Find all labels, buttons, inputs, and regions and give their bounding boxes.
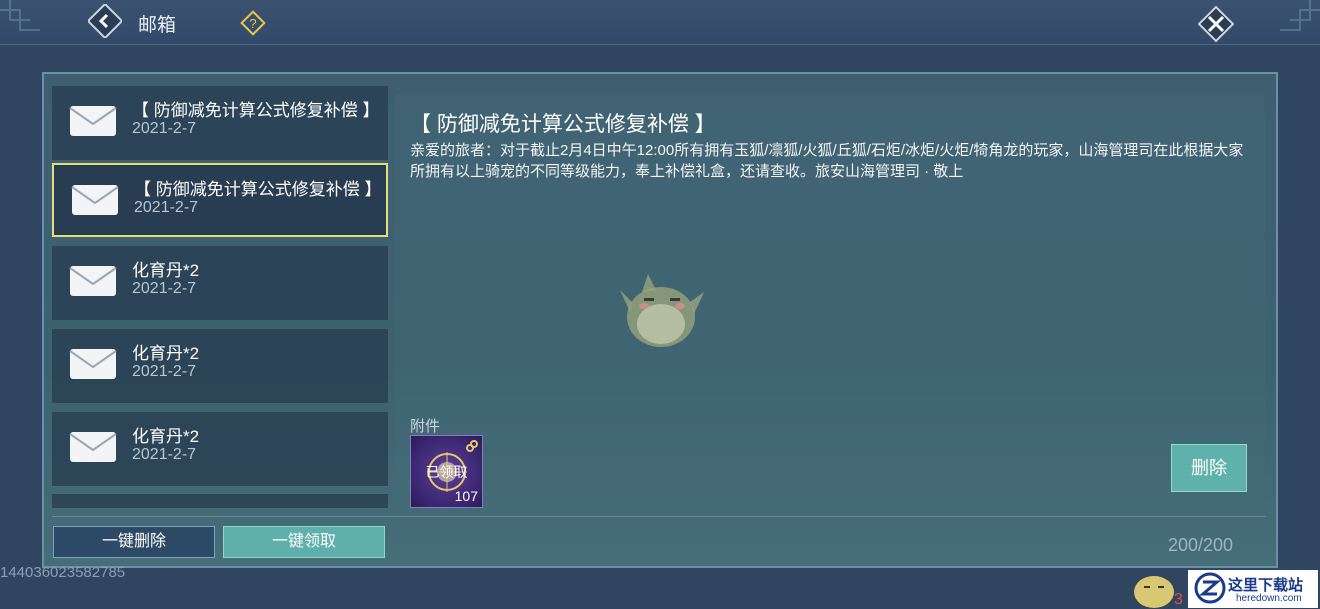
site-watermark: 3 这里下载站 heredown.com xyxy=(1128,562,1320,609)
link-icon xyxy=(466,440,478,452)
mail-date: 2021-2-7 xyxy=(132,280,197,297)
claim-all-button[interactable]: 一键领取 xyxy=(223,526,385,558)
mail-title: 化育丹*2 xyxy=(132,344,200,363)
mail-count: 200/200 xyxy=(1168,535,1234,555)
mail-detail-body: 亲爱的旅者：对于截止2月4日中午12:00所有拥有玉狐/凛狐/火狐/丘狐/石炬/… xyxy=(410,142,1244,180)
svg-text:?: ? xyxy=(249,16,256,31)
envelope-icon xyxy=(69,266,117,296)
mail-date: 2021-2-7 xyxy=(132,120,197,137)
envelope-icon xyxy=(69,106,117,136)
attachment-label: 附件 xyxy=(410,418,441,435)
mail-list-item[interactable]: 化育丹*2 2021-2-7 xyxy=(52,329,388,403)
watermark-url: heredown.com xyxy=(1236,593,1302,604)
corner-ornament-icon xyxy=(1280,0,1320,31)
watermark-name: 这里下载站 xyxy=(1228,577,1304,594)
svg-text:3: 3 xyxy=(1174,591,1183,608)
help-icon[interactable]: ? xyxy=(240,10,266,36)
mail-title: 【 防御减免计算公式修复补偿 】 xyxy=(134,180,382,199)
back-arrow-icon[interactable] xyxy=(88,4,122,38)
attachment-count: 107 xyxy=(454,488,478,504)
envelope-icon xyxy=(69,349,117,379)
mail-date: 2021-2-7 xyxy=(132,446,197,463)
page-title: 邮箱 xyxy=(138,15,177,36)
mail-date: 2021-2-7 xyxy=(132,363,197,380)
mail-title: 化育丹*2 xyxy=(132,427,200,446)
corner-ornament-icon xyxy=(0,0,40,31)
mail-detail-title: 【 防御减免计算公式修复补偿 】 xyxy=(410,113,716,136)
delete-button[interactable]: 删除 xyxy=(1171,444,1247,492)
mail-list-item[interactable]: 化育丹*2 2021-2-7 xyxy=(52,412,388,486)
divider xyxy=(52,516,1266,517)
close-icon[interactable] xyxy=(1196,4,1236,44)
mail-list[interactable]: 【 防御减免计算公式修复补偿 】 2021-2-7 【 防御减免计算公式修复补偿… xyxy=(52,86,390,508)
mascot-icon xyxy=(620,274,704,347)
mail-date: 2021-2-7 xyxy=(134,199,199,216)
delete-all-button[interactable]: 一键删除 xyxy=(53,526,215,558)
mail-title: 化育丹*2 xyxy=(132,261,200,280)
mail-list-item[interactable]: 化育丹*2 2021-2-7 xyxy=(52,246,388,320)
player-uid: 144036023582785 xyxy=(0,564,126,581)
top-bar: 邮箱 ? xyxy=(0,0,1320,45)
mascot-icon: 3 xyxy=(1134,576,1183,608)
attachment-item[interactable]: 已领取 107 xyxy=(410,435,483,508)
attachment-status: 已领取 xyxy=(425,464,468,480)
envelope-icon xyxy=(69,432,117,462)
envelope-icon xyxy=(71,185,119,215)
mail-list-item-selected[interactable]: 【 防御减免计算公式修复补偿 】 2021-2-7 xyxy=(52,163,388,237)
mail-list-item[interactable]: 【 防御减免计算公式修复补偿 】 2021-2-7 xyxy=(52,86,388,160)
mail-title: 【 防御减免计算公式修复补偿 】 xyxy=(132,101,380,120)
z-logo-icon xyxy=(1194,572,1226,604)
mail-list-item-partial[interactable] xyxy=(52,494,388,508)
